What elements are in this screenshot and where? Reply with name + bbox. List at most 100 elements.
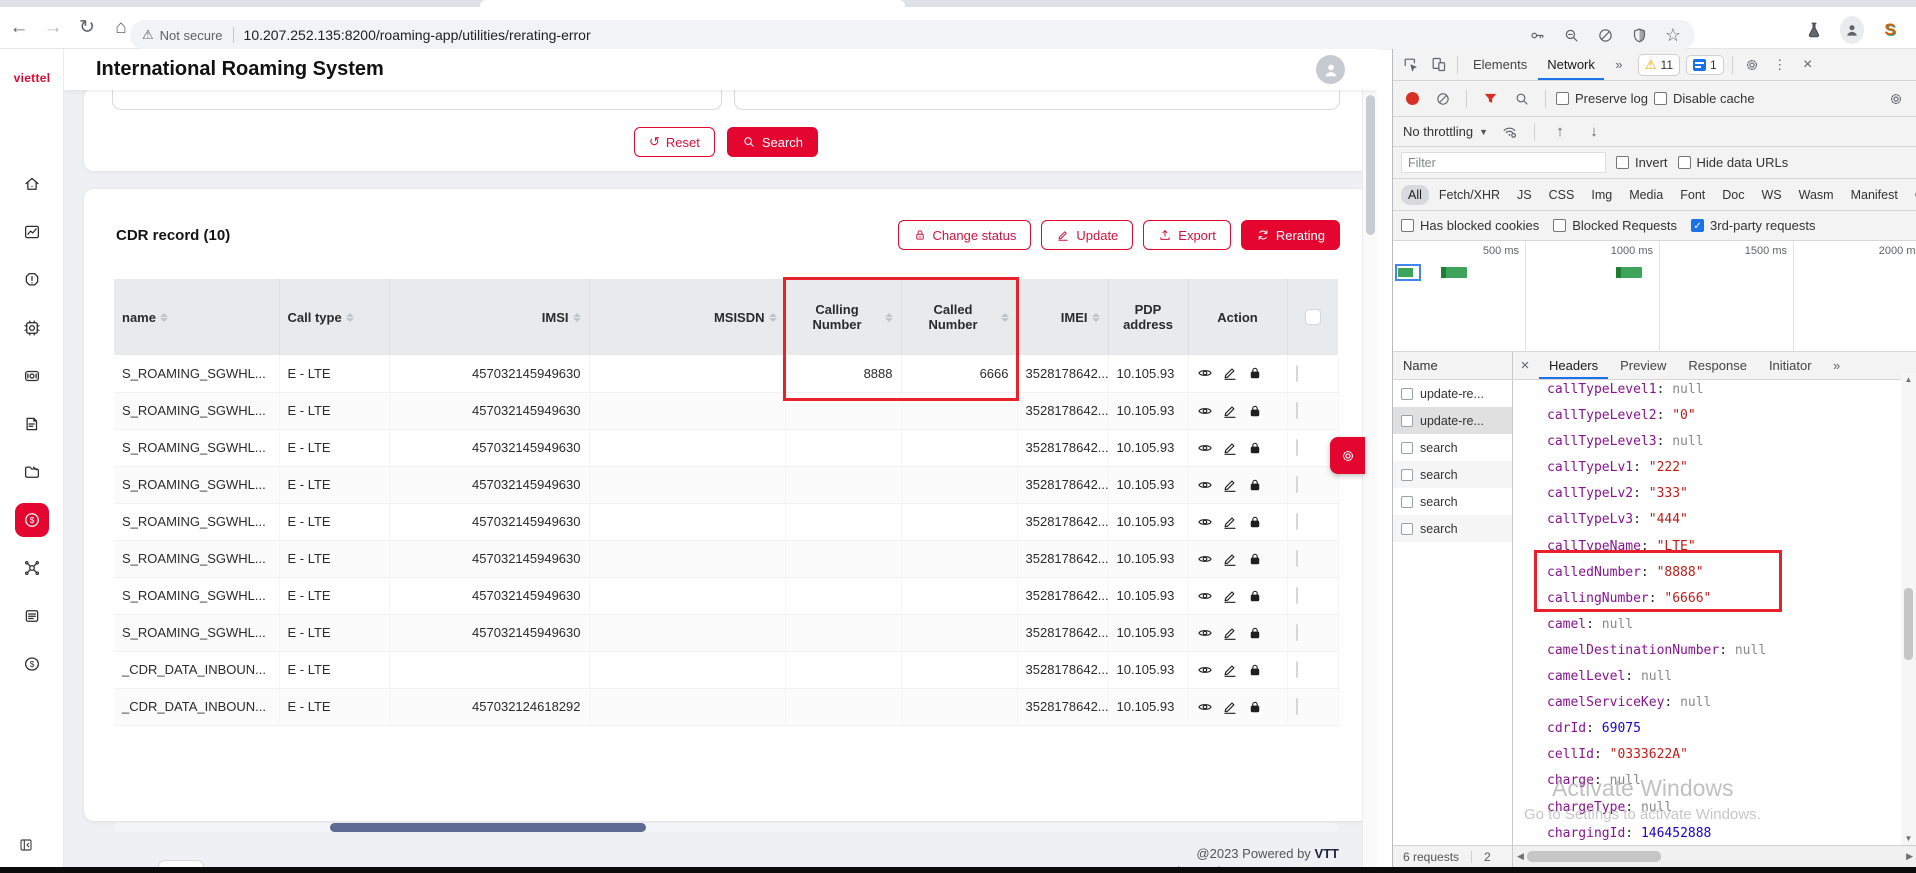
scroll-down-icon[interactable]: ▼ — [1901, 834, 1916, 843]
lock-icon[interactable] — [1247, 477, 1263, 493]
row-checkbox[interactable] — [1296, 698, 1298, 715]
lock-icon[interactable] — [1247, 514, 1263, 530]
network-settings-icon[interactable] — [1883, 87, 1909, 111]
sort-icon[interactable] — [1092, 313, 1100, 322]
back-button[interactable]: ← — [4, 13, 34, 43]
panel-more-tabs-icon[interactable]: » — [1824, 354, 1850, 378]
edit-icon[interactable] — [1222, 403, 1238, 419]
search-input-1[interactable] — [112, 88, 722, 110]
request-checkbox[interactable] — [1401, 469, 1413, 481]
name-column-header[interactable]: Name — [1393, 352, 1513, 380]
flask-icon[interactable] — [1802, 18, 1826, 42]
timeline-selected-bar[interactable] — [1395, 264, 1421, 281]
filter-input[interactable] — [1401, 152, 1606, 173]
request-checkbox[interactable] — [1401, 523, 1413, 535]
detail-vscrollbar-thumb[interactable] — [1904, 588, 1913, 660]
devtools-menu-icon[interactable]: ⋮ — [1767, 53, 1793, 77]
sidebar-item-nodes[interactable] — [15, 551, 49, 585]
sort-icon[interactable] — [573, 313, 581, 322]
panel-tab-response[interactable]: Response — [1678, 352, 1757, 380]
column-header-msisdn[interactable]: MSISDN — [589, 279, 785, 355]
view-icon[interactable] — [1197, 365, 1213, 381]
hide-data-urls-checkbox[interactable]: Hide data URLs — [1678, 155, 1789, 170]
messages-badge[interactable]: 1 — [1686, 55, 1724, 75]
star-icon[interactable]: ☆ — [1663, 25, 1683, 45]
sort-icon[interactable] — [769, 313, 777, 322]
panel-tab-initiator[interactable]: Initiator — [1759, 352, 1822, 380]
row-checkbox[interactable] — [1296, 550, 1298, 567]
page-scrollbar-thumb[interactable] — [1366, 95, 1375, 235]
edit-icon[interactable] — [1222, 588, 1238, 604]
disable-cache-checkbox[interactable]: Disable cache — [1654, 91, 1755, 106]
export-button[interactable]: Export — [1143, 220, 1231, 250]
sidebar-item-chip[interactable] — [15, 311, 49, 345]
chip-ws[interactable]: WS — [1754, 185, 1788, 205]
view-icon[interactable] — [1197, 514, 1213, 530]
sidebar-item-alert[interactable] — [15, 263, 49, 297]
panel-tab-preview[interactable]: Preview — [1610, 352, 1676, 380]
search-button[interactable]: Search — [727, 127, 818, 157]
row-checkbox[interactable] — [1296, 365, 1298, 382]
view-icon[interactable] — [1197, 403, 1213, 419]
throttling-select[interactable]: No throttling▼ — [1403, 124, 1488, 139]
edit-icon[interactable] — [1222, 699, 1238, 715]
rerating-button[interactable]: Rerating — [1241, 220, 1340, 250]
invert-checkbox[interactable]: Invert — [1616, 155, 1668, 170]
export-har-icon[interactable]: ↓ — [1581, 120, 1607, 144]
sort-icon[interactable] — [885, 313, 893, 322]
sort-icon[interactable] — [346, 313, 354, 322]
sidebar-item-chart[interactable] — [15, 215, 49, 249]
column-header-imei[interactable]: IMEI — [1017, 279, 1108, 355]
has-blocked-cookies-checkbox[interactable]: Has blocked cookies — [1401, 218, 1539, 233]
sidebar-item-dollar[interactable]: $ — [15, 503, 49, 537]
row-checkbox[interactable] — [1296, 476, 1298, 493]
security-label[interactable]: Not secure — [160, 28, 223, 43]
tab-network[interactable]: Network — [1538, 49, 1604, 81]
view-icon[interactable] — [1197, 588, 1213, 604]
devtools-settings-icon[interactable] — [1739, 53, 1765, 77]
edit-icon[interactable] — [1222, 625, 1238, 641]
row-checkbox[interactable] — [1296, 587, 1298, 604]
close-detail-icon[interactable]: × — [1513, 357, 1537, 374]
lock-icon[interactable] — [1247, 662, 1263, 678]
lock-icon[interactable] — [1247, 365, 1263, 381]
s-extension-icon[interactable]: S — [1878, 18, 1902, 42]
profile-icon[interactable] — [1840, 18, 1864, 42]
sort-icon[interactable] — [160, 313, 168, 322]
search-network-icon[interactable] — [1509, 87, 1535, 111]
sidebar-item-home[interactable] — [15, 167, 49, 201]
floating-settings-button[interactable] — [1330, 437, 1365, 474]
inspect-icon[interactable] — [1397, 53, 1423, 77]
chip-manifest[interactable]: Manifest — [1844, 185, 1905, 205]
request-checkbox[interactable] — [1401, 496, 1413, 508]
edit-icon[interactable] — [1222, 514, 1238, 530]
detail-hscrollbar[interactable]: ◀ ▶ — [1513, 845, 1916, 867]
row-checkbox[interactable] — [1296, 513, 1298, 530]
view-icon[interactable] — [1197, 477, 1213, 493]
tab-elements[interactable]: Elements — [1464, 49, 1536, 81]
chip-other[interactable]: Other — [1908, 185, 1916, 205]
warnings-badge[interactable]: ⚠11 — [1638, 54, 1680, 76]
clear-icon[interactable] — [1430, 87, 1456, 111]
sort-icon[interactable] — [1001, 313, 1009, 322]
chip-js[interactable]: JS — [1510, 185, 1539, 205]
edit-icon[interactable] — [1222, 365, 1238, 381]
search-input-2[interactable] — [734, 88, 1340, 110]
refresh-button[interactable]: ↻ — [72, 13, 102, 43]
row-checkbox[interactable] — [1296, 624, 1298, 641]
change-status-button[interactable]: Change status — [898, 220, 1032, 250]
request-row[interactable]: search — [1393, 434, 1512, 461]
timeline-bar[interactable] — [1441, 267, 1467, 278]
network-conditions-icon[interactable] — [1496, 120, 1522, 144]
edit-icon[interactable] — [1222, 662, 1238, 678]
chip-fetchxhr[interactable]: Fetch/XHR — [1432, 185, 1507, 205]
select-all-checkbox[interactable] — [1305, 309, 1321, 325]
blocked-icon[interactable] — [1595, 25, 1615, 45]
more-tabs-icon[interactable]: » — [1606, 53, 1632, 77]
collapse-icon[interactable] — [18, 837, 34, 853]
lock-icon[interactable] — [1247, 403, 1263, 419]
view-icon[interactable] — [1197, 699, 1213, 715]
blocked-requests-checkbox[interactable]: Blocked Requests — [1553, 218, 1677, 233]
scroll-left-icon[interactable]: ◀ — [1517, 851, 1524, 862]
chip-img[interactable]: Img — [1584, 185, 1619, 205]
